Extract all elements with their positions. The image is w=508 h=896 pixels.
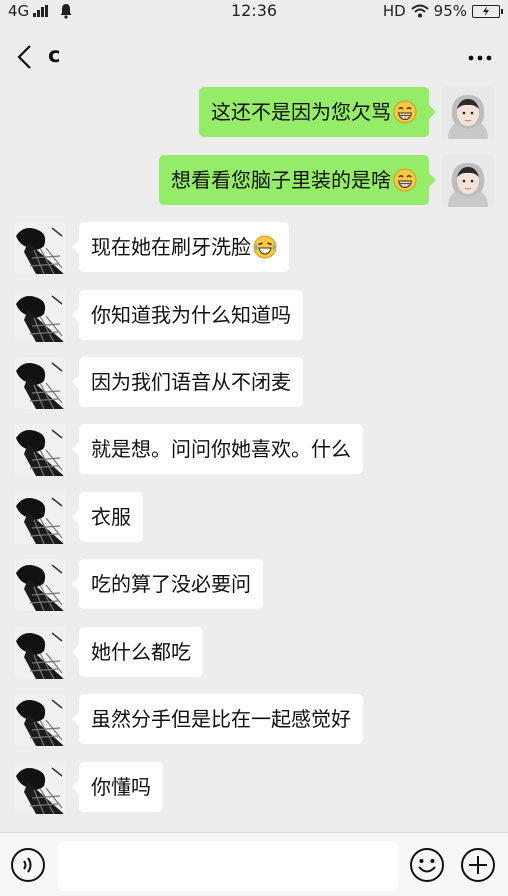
incoming-message: 就是想。问问你她喜欢。什么 bbox=[0, 424, 508, 476]
message-bubble[interactable]: 你知道我为什么知道吗 bbox=[72, 290, 303, 340]
contact-avatar[interactable] bbox=[14, 290, 66, 342]
message-text: 就是想。问问你她喜欢。什么 bbox=[91, 437, 351, 461]
message-text: 她什么都吃 bbox=[91, 640, 191, 664]
wifi-icon bbox=[410, 4, 429, 18]
input-bar bbox=[0, 832, 508, 896]
message-bubble[interactable]: 就是想。问问你她喜欢。什么 bbox=[72, 424, 363, 474]
back-arrow-icon[interactable] bbox=[14, 44, 38, 70]
my-avatar[interactable] bbox=[442, 87, 494, 139]
message-bubble[interactable]: 你懂吗 bbox=[72, 762, 163, 812]
message-text: 虽然分手但是比在一起感觉好 bbox=[91, 707, 351, 731]
emoji-picker-icon[interactable] bbox=[409, 847, 445, 883]
contact-avatar[interactable] bbox=[14, 424, 66, 476]
message-bubble[interactable]: 吃的算了没必要问 bbox=[72, 559, 263, 609]
message-bubble[interactable]: 虽然分手但是比在一起感觉好 bbox=[72, 694, 363, 744]
status-bar: 4G 12:36 HD 95% bbox=[0, 0, 508, 24]
contact-avatar[interactable] bbox=[14, 357, 66, 409]
incoming-message: 虽然分手但是比在一起感觉好 bbox=[0, 694, 508, 746]
grin-icon bbox=[393, 100, 417, 124]
outgoing-message: 想看看您脑子里装的是啥 bbox=[0, 155, 508, 207]
incoming-message: 吃的算了没必要问 bbox=[0, 559, 508, 611]
chat-title: c bbox=[48, 43, 61, 67]
message-bubble[interactable]: 衣服 bbox=[72, 492, 143, 542]
voice-input-icon[interactable] bbox=[10, 847, 46, 883]
contact-avatar[interactable] bbox=[14, 492, 66, 544]
contact-avatar[interactable] bbox=[14, 762, 66, 814]
message-bubble[interactable]: 因为我们语音从不闭麦 bbox=[72, 357, 303, 407]
incoming-message: 衣服 bbox=[0, 492, 508, 544]
message-text: 你懂吗 bbox=[91, 775, 151, 799]
message-text: 因为我们语音从不闭麦 bbox=[91, 370, 291, 394]
message-text: 这还不是因为您欠骂 bbox=[211, 100, 391, 124]
message-text: 现在她在刷牙洗脸 bbox=[91, 235, 251, 259]
message-text: 吃的算了没必要问 bbox=[91, 572, 251, 596]
incoming-message: 因为我们语音从不闭麦 bbox=[0, 357, 508, 409]
message-bubble[interactable]: 她什么都吃 bbox=[72, 627, 203, 677]
more-options-icon[interactable] bbox=[466, 46, 494, 70]
battery-percent: 95% bbox=[433, 2, 467, 20]
message-input[interactable] bbox=[58, 841, 398, 891]
incoming-message: 她什么都吃 bbox=[0, 627, 508, 679]
message-bubble[interactable]: 现在她在刷牙洗脸 bbox=[72, 222, 289, 272]
outgoing-message: 这还不是因为您欠骂 bbox=[0, 87, 508, 139]
grin-icon bbox=[393, 168, 417, 192]
message-bubble[interactable]: 这还不是因为您欠骂 bbox=[199, 87, 436, 137]
message-bubble[interactable]: 想看看您脑子里装的是啥 bbox=[159, 155, 436, 205]
contact-avatar[interactable] bbox=[14, 559, 66, 611]
status-right: HD 95% bbox=[382, 2, 503, 20]
hd-label: HD bbox=[382, 2, 406, 20]
incoming-message: 现在她在刷牙洗脸 bbox=[0, 222, 508, 274]
incoming-message: 你懂吗 bbox=[0, 762, 508, 814]
message-text: 想看看您脑子里装的是啥 bbox=[171, 168, 391, 192]
message-text: 你知道我为什么知道吗 bbox=[91, 303, 291, 327]
add-attachment-icon[interactable] bbox=[460, 847, 496, 883]
message-text: 衣服 bbox=[91, 505, 131, 529]
contact-avatar[interactable] bbox=[14, 222, 66, 274]
crying-laughing-icon bbox=[253, 235, 277, 259]
my-avatar[interactable] bbox=[442, 155, 494, 207]
contact-avatar[interactable] bbox=[14, 694, 66, 746]
battery-icon bbox=[472, 4, 503, 18]
chat-header: c bbox=[0, 28, 508, 86]
incoming-message: 你知道我为什么知道吗 bbox=[0, 290, 508, 342]
contact-avatar[interactable] bbox=[14, 627, 66, 679]
